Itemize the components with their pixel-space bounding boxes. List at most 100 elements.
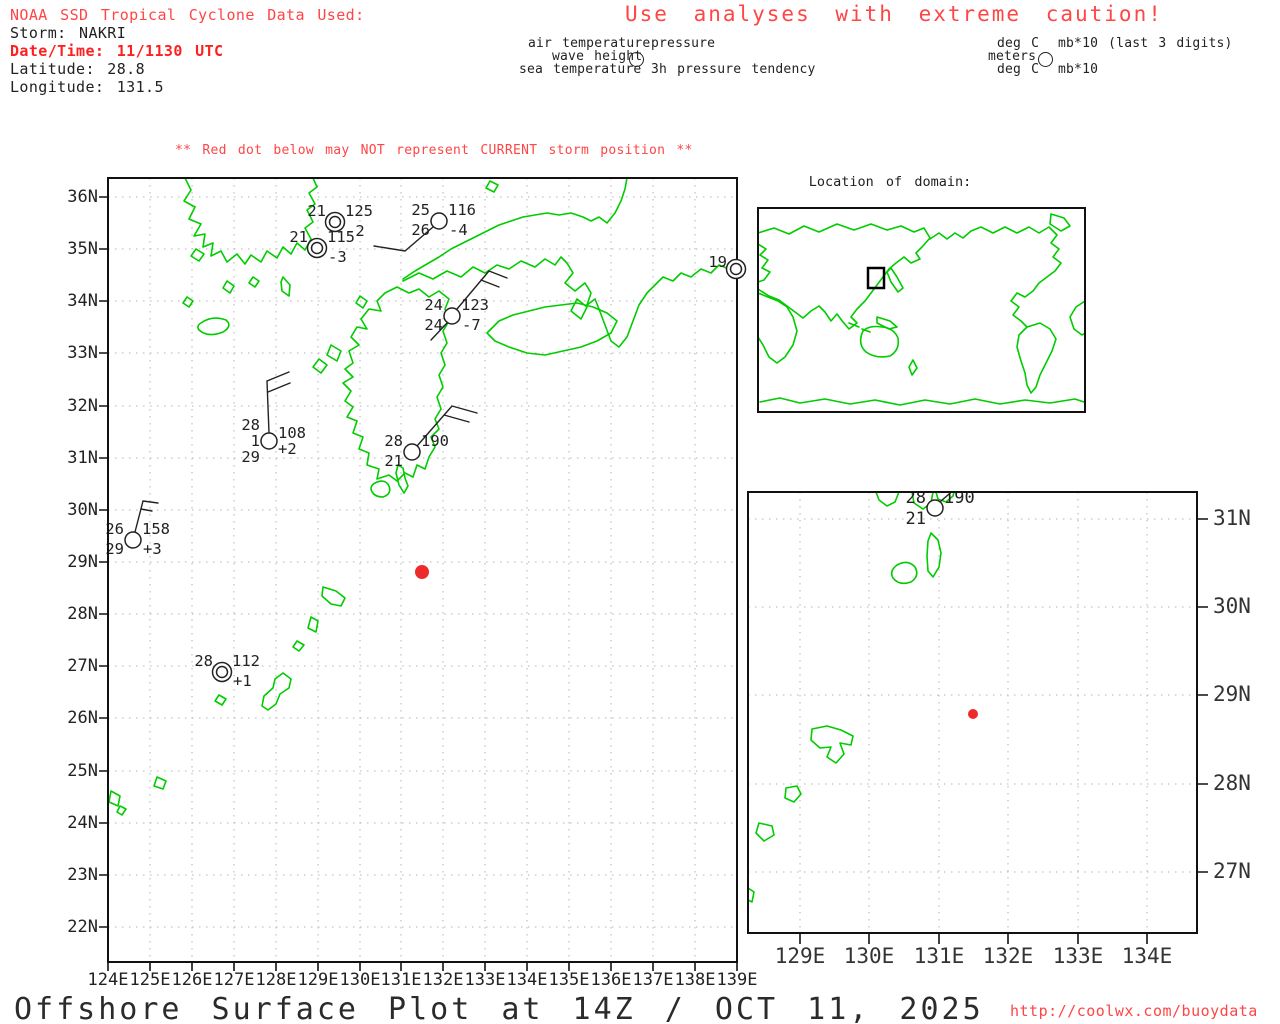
coastline-ryukyu-island xyxy=(109,791,120,806)
coastline-africa-west xyxy=(1070,301,1085,335)
lat-tick-label: 30N xyxy=(67,500,98,520)
coastline-kyushu-tip xyxy=(876,492,899,506)
coastline-south-america xyxy=(1017,323,1056,393)
station-plot: 24 123 24 -7 xyxy=(424,271,507,340)
lat-tick-label: 30N xyxy=(1213,594,1251,618)
lon-tick-label: 135E xyxy=(549,970,590,990)
lat-tick-label: 29N xyxy=(67,552,98,572)
station-circle-inner xyxy=(731,264,742,275)
coastline-korea-islet xyxy=(223,281,234,293)
station-pressure: 190 xyxy=(421,432,449,450)
station-pressure: 123 xyxy=(461,296,489,314)
lon-tick-label: 134E xyxy=(507,970,548,990)
lon-tick-label: 129E xyxy=(298,970,339,990)
coastline-korea-islet xyxy=(191,249,204,261)
coastline-oki xyxy=(486,181,498,192)
station-tendency: +3 xyxy=(143,540,162,558)
station-circle-inner xyxy=(330,217,341,228)
lat-tick-label: 28N xyxy=(67,604,98,624)
lat-tick-label: 33N xyxy=(67,343,98,363)
coastline-amami xyxy=(811,726,853,763)
lon-tick-label: 133E xyxy=(465,970,506,990)
station-plot: 28 112 +1 xyxy=(194,652,260,690)
coastline-new-zealand xyxy=(909,360,917,375)
main-map-grid-horizontal xyxy=(108,197,737,927)
lat-tick-label: 27N xyxy=(1213,859,1251,883)
station-pressure: 112 xyxy=(232,652,260,670)
coastline-north-america xyxy=(930,227,1061,327)
station-air-temp: 21 xyxy=(307,202,326,220)
coastline-honshu-south xyxy=(403,257,739,347)
zoom-inset-grid-horizontal xyxy=(748,519,1197,872)
coastline-antarctica xyxy=(760,398,1084,405)
world-inset-frame xyxy=(758,208,1085,412)
station-plot: 28 1 29 108 +2 xyxy=(241,372,306,466)
coastline-korea xyxy=(184,178,317,264)
zoom-inset-lon-ticks xyxy=(800,933,1147,944)
coastline-yakushima xyxy=(371,481,390,497)
lat-tick-label: 34N xyxy=(67,291,98,311)
lon-tick-label: 132E xyxy=(423,970,464,990)
world-location-inset: Location of domain: xyxy=(758,174,1085,412)
lat-tick-label: 22N xyxy=(67,917,98,937)
coastline-yakushima xyxy=(892,562,917,583)
lon-tick-label: 138E xyxy=(675,970,716,990)
lat-tick-label: 32N xyxy=(67,396,98,416)
coastline-tsushima xyxy=(281,277,290,296)
lat-tick-label: 28N xyxy=(1213,771,1251,795)
station-tendency: +1 xyxy=(233,672,252,690)
coastline-africa xyxy=(758,293,797,363)
lon-tick-label: 126E xyxy=(172,970,213,990)
lat-tick-label: 29N xyxy=(1213,682,1251,706)
lon-tick-label: 131E xyxy=(381,970,422,990)
zoom-inset-map: 28 190 21 31N 30N 29N 28N 27N 129E 130E … xyxy=(748,482,1251,968)
coastline-iki xyxy=(356,296,367,308)
coastline-amami xyxy=(322,587,345,606)
lon-tick-label: 127E xyxy=(214,970,255,990)
lon-tick-label: 137E xyxy=(633,970,674,990)
station-plot: 21 115 -3 xyxy=(289,228,355,266)
lat-tick-label: 25N xyxy=(67,761,98,781)
coastline-eurasia xyxy=(758,224,930,329)
zoom-inset-coastlines xyxy=(748,492,954,902)
station-air-temp: 28 xyxy=(194,652,213,670)
station-circle xyxy=(261,433,277,449)
lat-tick-label: 36N xyxy=(67,187,98,207)
station-pressure: 158 xyxy=(142,520,170,538)
zoom-inset-lon-labels: 129E 130E 131E 132E 133E 134E xyxy=(775,944,1173,968)
main-map-lon-labels: 124E 125E 126E 127E 128E 129E 130E 131E … xyxy=(88,970,758,990)
station-sea-temp: 29 xyxy=(241,448,260,466)
storm-position-dot-inset xyxy=(968,709,978,719)
main-map-lat-labels: 36N 35N 34N 33N 32N 31N 30N 29N 28N 27N … xyxy=(67,187,98,937)
station-air-temp: 21 xyxy=(289,228,308,246)
coastline-tokunoshima xyxy=(785,786,801,802)
station-circle-inner xyxy=(312,243,323,254)
station-circle xyxy=(404,444,420,460)
lon-tick-label: 130E xyxy=(844,944,895,968)
coastline-ryukyu-island xyxy=(215,695,226,705)
coastline-ryukyu-island xyxy=(154,777,166,789)
zoom-inset-lat-labels: 31N 30N 29N 28N 27N xyxy=(1213,506,1251,883)
lat-tick-label: 31N xyxy=(67,448,98,468)
coastline-goto xyxy=(313,359,327,373)
plot-title: Offshore Surface Plot at 14Z / OCT 11, 2… xyxy=(14,992,984,1024)
station-circle xyxy=(444,308,460,324)
station-plot: 28 190 21 xyxy=(906,482,976,529)
station-sea-temp: 26 xyxy=(411,221,430,239)
station-tendency: -3 xyxy=(328,248,347,266)
lon-tick-label: 131E xyxy=(914,944,965,968)
lon-tick-label: 139E xyxy=(717,970,758,990)
station-plot: 28 190 21 xyxy=(384,406,477,470)
main-map-coastlines xyxy=(109,178,739,815)
lon-tick-label: 128E xyxy=(256,970,297,990)
lon-tick-label: 132E xyxy=(983,944,1034,968)
coastline-awaji xyxy=(571,299,587,319)
station-air-temp: 24 xyxy=(424,296,443,314)
coastline-okinawa xyxy=(262,673,291,710)
station-tendency: -7 xyxy=(462,316,481,334)
lon-tick-label: 136E xyxy=(591,970,632,990)
lon-tick-label: 133E xyxy=(1053,944,1104,968)
station-circle xyxy=(431,213,447,229)
lon-tick-label: 129E xyxy=(775,944,826,968)
station-pressure: 116 xyxy=(448,201,476,219)
